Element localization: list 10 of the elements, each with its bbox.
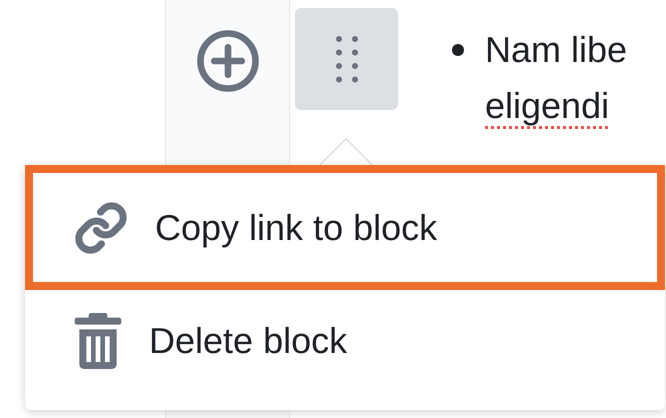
list-text: eligendi (485, 84, 610, 128)
add-icon[interactable] (194, 28, 260, 94)
menu-item[interactable]: Delete block (25, 290, 665, 392)
link-icon (73, 200, 129, 256)
menu-item[interactable]: Copy link to block (25, 165, 665, 290)
drag-handle-icon (336, 35, 358, 83)
list-text: Nam libe (485, 28, 628, 72)
bullet-icon (452, 44, 464, 56)
trash-icon (73, 313, 123, 369)
drag-handle[interactable] (295, 8, 398, 110)
